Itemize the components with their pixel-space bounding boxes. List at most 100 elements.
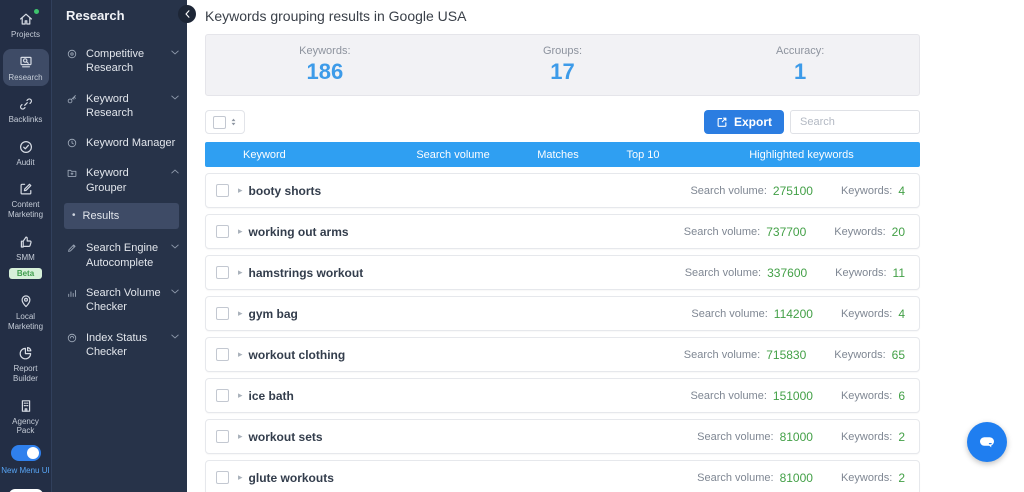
group-keyword: booty shorts bbox=[249, 184, 322, 198]
keyword-group-row[interactable]: ▸booty shortsSearch volume:275100Keyword… bbox=[205, 173, 920, 208]
row-checkbox[interactable] bbox=[216, 266, 229, 279]
rail-item-research[interactable]: Research bbox=[3, 49, 49, 87]
sidebar-item-label: Competitive Research bbox=[86, 47, 163, 76]
stat-accuracy: Accuracy: 1 bbox=[681, 35, 919, 95]
search-volume-value: 275100 bbox=[773, 184, 813, 198]
pencil-icon bbox=[66, 242, 78, 254]
sidebar-item-index-status-checker[interactable]: Index Status Checker bbox=[52, 323, 187, 368]
expand-caret-icon[interactable]: ▸ bbox=[238, 185, 243, 196]
keywords-count-label: Keywords: bbox=[841, 308, 892, 320]
row-checkbox[interactable] bbox=[216, 348, 229, 361]
rail-item-label: Backlinks bbox=[9, 115, 43, 125]
column-header-highlighted-keywords[interactable]: Highlighted keywords bbox=[683, 149, 920, 161]
status-circle-icon bbox=[66, 332, 78, 344]
stat-value: 186 bbox=[306, 59, 343, 85]
stat-value: 17 bbox=[550, 59, 574, 85]
expand-caret-icon[interactable]: ▸ bbox=[238, 308, 243, 319]
search-volume-metric: Search volume:114200 bbox=[691, 307, 813, 321]
sidebar-item-results[interactable]: •Results bbox=[64, 203, 179, 229]
search-volume-metric: Search volume:715830 bbox=[684, 348, 806, 362]
sidebar-item-label: Search Volume Checker bbox=[86, 286, 163, 315]
sidebar-item-search-volume-checker[interactable]: Search Volume Checker bbox=[52, 278, 187, 323]
sidebar-item-competitive-research[interactable]: Competitive Research bbox=[52, 39, 187, 84]
row-checkbox[interactable] bbox=[216, 307, 229, 320]
content-edit-icon bbox=[18, 181, 34, 197]
column-header-matches[interactable]: Matches bbox=[513, 149, 603, 161]
chat-widget-button[interactable] bbox=[967, 422, 1007, 462]
search-volume-metric: Search volume:737700 bbox=[684, 225, 806, 239]
row-checkbox[interactable] bbox=[216, 471, 229, 484]
keywords-count-value: 6 bbox=[898, 389, 905, 403]
group-keyword: gym bag bbox=[249, 307, 298, 321]
keyword-group-row[interactable]: ▸gym bagSearch volume:114200Keywords:4 bbox=[205, 296, 920, 331]
sidebar-item-search-engine-autocomplete[interactable]: Search Engine Autocomplete bbox=[52, 233, 187, 278]
expand-caret-icon[interactable]: ▸ bbox=[238, 349, 243, 360]
new-menu-toggle[interactable] bbox=[11, 445, 41, 461]
expand-caret-icon[interactable]: ▸ bbox=[238, 267, 243, 278]
search-volume-label: Search volume: bbox=[697, 472, 773, 484]
column-header-top10[interactable]: Top 10 bbox=[603, 149, 683, 161]
keywords-count-label: Keywords: bbox=[835, 267, 886, 279]
rail-item-smm[interactable]: SMMBeta bbox=[3, 229, 49, 284]
rail-item-label: Agency Pack bbox=[3, 417, 49, 436]
search-volume-value: 81000 bbox=[780, 471, 813, 485]
column-header-search-volume[interactable]: Search volume bbox=[393, 149, 513, 161]
keyword-group-row[interactable]: ▸glute workoutsSearch volume:81000Keywor… bbox=[205, 460, 920, 492]
rail-item-projects[interactable]: Projects bbox=[3, 6, 49, 44]
expand-caret-icon[interactable]: ▸ bbox=[238, 226, 243, 237]
search-volume-metric: Search volume: 275100 bbox=[690, 184, 812, 198]
select-all-control[interactable] bbox=[205, 110, 245, 134]
sidebar-collapse-button[interactable] bbox=[178, 5, 196, 23]
table-header: Keyword Search volume Matches Top 10 Hig… bbox=[205, 142, 920, 167]
expand-caret-icon[interactable]: ▸ bbox=[238, 472, 243, 483]
sidebar-item-keyword-grouper[interactable]: Keyword Grouper bbox=[52, 158, 187, 203]
select-dropdown-caret-icon bbox=[230, 117, 237, 127]
rail-item-agency-pack[interactable]: Agency Pack bbox=[3, 393, 49, 440]
row-metrics: Search volume:81000Keywords:2 bbox=[697, 430, 905, 444]
keyword-group-row[interactable]: ▸workout setsSearch volume:81000Keywords… bbox=[205, 419, 920, 454]
sidebar-item-keyword-research[interactable]: Keyword Research bbox=[52, 84, 187, 129]
rail-item-report-builder[interactable]: Report Builder bbox=[3, 340, 49, 387]
search-volume-label: Search volume: bbox=[690, 185, 766, 197]
chevron-down-icon bbox=[171, 334, 179, 339]
keywords-count-metric: Keywords:65 bbox=[834, 348, 905, 362]
search-volume-value: 337600 bbox=[767, 266, 807, 280]
row-checkbox[interactable] bbox=[216, 389, 229, 402]
chevron-down-icon bbox=[171, 289, 179, 294]
audit-check-icon bbox=[18, 139, 34, 155]
sidebar-item-label: Index Status Checker bbox=[86, 331, 163, 360]
keyword-group-row[interactable]: ▸hamstrings workoutSearch volume:337600K… bbox=[205, 255, 920, 290]
keyword-group-row[interactable]: ▸working out armsSearch volume:737700Key… bbox=[205, 214, 920, 249]
rail-item-content-marketing[interactable]: Content Marketing bbox=[3, 176, 49, 223]
row-metrics: Search volume:81000Keywords:2 bbox=[697, 471, 905, 485]
sidebar-item-label: Search Engine Autocomplete bbox=[86, 241, 163, 270]
thumbs-up-icon bbox=[18, 234, 34, 250]
stat-keywords: Keywords: 186 bbox=[206, 35, 444, 95]
row-checkbox[interactable] bbox=[216, 430, 229, 443]
expand-caret-icon[interactable]: ▸ bbox=[238, 390, 243, 401]
rail-item-audit[interactable]: Audit bbox=[3, 134, 49, 172]
rail-item-label: Report Builder bbox=[3, 364, 49, 383]
chevron-up-icon bbox=[171, 169, 179, 174]
keyword-group-row[interactable]: ▸ice bathSearch volume:151000Keywords:6 bbox=[205, 378, 920, 413]
rail-item-label: Projects bbox=[11, 30, 40, 40]
keyword-group-row[interactable]: ▸workout clothingSearch volume:715830Key… bbox=[205, 337, 920, 372]
target-icon bbox=[66, 48, 78, 60]
sidebar-item-keyword-manager[interactable]: Keyword Manager bbox=[52, 128, 187, 158]
search-volume-value: 81000 bbox=[780, 430, 813, 444]
export-button[interactable]: Export bbox=[704, 110, 784, 134]
row-checkbox[interactable] bbox=[216, 184, 229, 197]
link-icon bbox=[18, 96, 34, 112]
expand-caret-icon[interactable]: ▸ bbox=[238, 431, 243, 442]
rail-bottom: New Menu UI YD ⚙ bbox=[1, 445, 49, 492]
search-volume-metric: Search volume:337600 bbox=[685, 266, 807, 280]
rail-item-local-marketing[interactable]: Local Marketing bbox=[3, 288, 49, 335]
rail-item-backlinks[interactable]: Backlinks bbox=[3, 91, 49, 129]
keywords-count-label: Keywords: bbox=[834, 226, 885, 238]
select-all-checkbox[interactable] bbox=[213, 116, 226, 129]
search-input[interactable] bbox=[790, 110, 920, 134]
row-checkbox[interactable] bbox=[216, 225, 229, 238]
sidebar-item-label: Keyword Grouper bbox=[86, 166, 163, 195]
keywords-count-value: 20 bbox=[892, 225, 905, 239]
column-header-keyword[interactable]: Keyword bbox=[205, 149, 393, 161]
